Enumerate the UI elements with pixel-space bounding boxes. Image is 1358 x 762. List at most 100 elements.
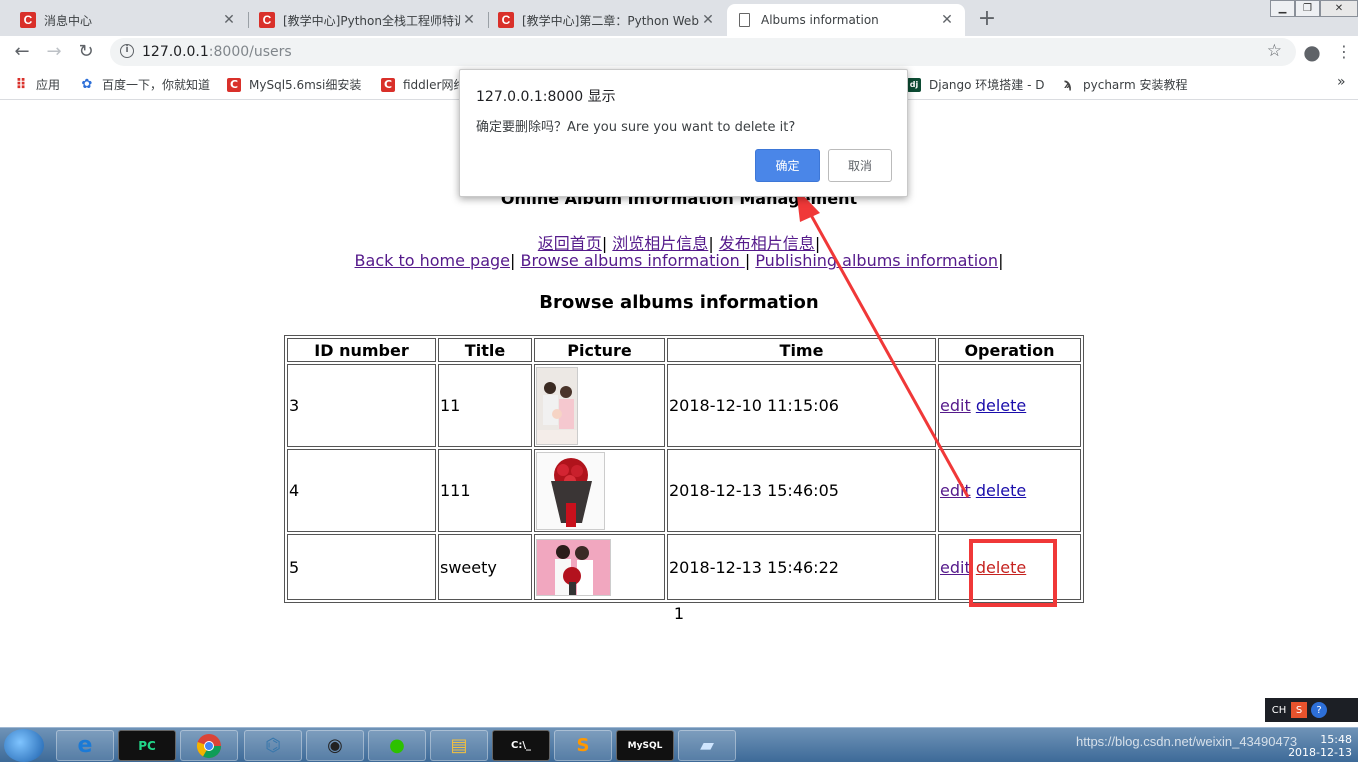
csdn-icon: C	[227, 77, 241, 92]
browse-link-en[interactable]: Browse albums information	[521, 251, 745, 270]
restore-button[interactable]: ❐	[1295, 0, 1320, 17]
close-icon[interactable]: ✕	[461, 12, 477, 28]
clock-time: 15:48	[1320, 733, 1352, 746]
bookmark-label: 百度一下，你就知道	[102, 78, 211, 92]
bookmark-label: Django 环境搭建 - D	[929, 78, 1045, 92]
app-icon[interactable]: ◉	[306, 730, 364, 761]
col-header-operation: Operation	[938, 338, 1081, 362]
bookmark-star-icon[interactable]: ☆	[1267, 41, 1282, 61]
pagination[interactable]: 1	[0, 604, 1358, 623]
nav-links-en: Back to home page| Browse albums informa…	[0, 251, 1358, 270]
wechat-icon[interactable]: ●	[368, 730, 426, 761]
bookmark-baidu[interactable]: ✿ 百度一下，你就知道	[80, 76, 210, 93]
apps-icon: ⠿	[15, 76, 27, 93]
baidu-icon: ✿	[81, 77, 93, 92]
chrome-icon[interactable]	[180, 730, 238, 761]
explorer-icon[interactable]: ▤	[430, 730, 488, 761]
tab-1[interactable]: C [教学中心]Python全栈工程师特训 ✕	[249, 4, 487, 36]
bookmark-fiddler[interactable]: C fiddler网络	[381, 76, 465, 93]
help-icon[interactable]: ?	[1311, 702, 1327, 718]
cell-operation: edit delete	[938, 364, 1081, 447]
python-icon[interactable]: ⌬	[244, 730, 302, 761]
bookmark-label: fiddler网络	[403, 78, 466, 92]
bookmark-label: pycharm 安装教程	[1083, 78, 1188, 92]
edit-link[interactable]: edit	[940, 481, 971, 500]
cell-time: 2018-12-13 15:46:05	[667, 449, 936, 532]
ie-icon[interactable]: e	[56, 730, 114, 761]
csdn-icon: C	[381, 77, 395, 92]
input-method-indicator[interactable]: CH	[1271, 702, 1287, 718]
clock-date: 2018-12-13	[1288, 746, 1352, 759]
tab-title: [教学中心]第二章：Python Web	[522, 13, 699, 28]
edit-link[interactable]: edit	[940, 558, 971, 577]
page-icon	[739, 13, 750, 27]
sogou-icon[interactable]: S	[1291, 702, 1307, 718]
chrome-logo	[196, 733, 221, 758]
cell-picture	[534, 364, 665, 447]
album-thumbnail[interactable]	[536, 451, 605, 530]
cell-operation: edit delete	[938, 449, 1081, 532]
tab-3-active[interactable]: Albums information ✕	[727, 4, 965, 36]
tab-title: Albums information	[761, 13, 879, 27]
bookmark-mysql[interactable]: C MySql5.6msi细安装	[227, 76, 361, 93]
col-header-id: ID number	[287, 338, 436, 362]
cell-time: 2018-12-13 15:46:22	[667, 534, 936, 600]
address-bar[interactable]: i 127.0.0.1:8000/users ☆	[110, 38, 1296, 66]
album-thumbnail[interactable]	[536, 366, 578, 445]
tab-2[interactable]: C [教学中心]第二章：Python Web ✕	[488, 4, 726, 36]
table-row: 4 111 2018-12-13 15:46:05 edit delete	[287, 449, 1081, 532]
delete-link[interactable]: delete	[976, 481, 1026, 500]
bookmark-pycharm[interactable]: ϡ pycharm 安装教程	[1061, 76, 1188, 93]
minimize-button[interactable]: ▁	[1270, 0, 1295, 17]
cell-id: 5	[287, 534, 436, 600]
start-button-icon[interactable]	[4, 729, 44, 762]
edit-link[interactable]: edit	[940, 396, 971, 415]
window-close-button[interactable]: ✕	[1320, 0, 1358, 17]
bookmarks-more[interactable]: »	[1337, 74, 1346, 90]
sublime-icon[interactable]: S	[554, 730, 612, 761]
close-icon[interactable]: ✕	[939, 12, 955, 28]
album-thumbnail[interactable]	[536, 538, 611, 596]
close-icon[interactable]: ✕	[221, 12, 237, 28]
delete-link[interactable]: delete	[976, 396, 1026, 415]
menu-icon[interactable]: ⋮	[1332, 40, 1356, 64]
close-icon[interactable]: ✕	[700, 12, 716, 28]
bookmark-apps[interactable]: ⠿ 应用	[14, 76, 60, 93]
csdn-icon: C	[259, 12, 275, 28]
tab-title: [教学中心]Python全栈工程师特训	[283, 13, 461, 28]
csdn-icon: C	[498, 12, 514, 28]
col-header-time: Time	[667, 338, 936, 362]
cell-title: sweety	[438, 534, 532, 600]
table-row: 3 11 2018-12-10 11:15:06 edit delete	[287, 364, 1081, 447]
nav-separator: |	[510, 251, 516, 270]
info-icon[interactable]: i	[120, 44, 134, 58]
table-row: 5 sweety 2018-12-13 15:46:22 edit delete	[287, 534, 1081, 600]
tab-0[interactable]: C 消息中心 ✕	[10, 4, 247, 36]
bookmark-label: MySql5.6msi细安装	[249, 78, 362, 92]
notepad-icon[interactable]: ▰	[678, 730, 736, 761]
back-button[interactable]: ←	[10, 40, 34, 64]
profile-icon[interactable]: ●	[1300, 40, 1324, 64]
home-link-en[interactable]: Back to home page	[355, 251, 510, 270]
dialog-message: 确定要删除吗？Are you sure you want to delete i…	[476, 120, 796, 135]
reload-button[interactable]: ↻	[74, 40, 98, 64]
cell-id: 4	[287, 449, 436, 532]
browser-toolbar: ← → ↻ i 127.0.0.1:8000/users ☆ ● ⋮	[0, 36, 1358, 68]
url-text: 127.0.0.1:8000/users	[142, 44, 292, 60]
url-host: 127.0.0.1	[142, 44, 209, 60]
bookmark-django[interactable]: dj Django 环境搭建 - D	[907, 76, 1045, 93]
confirm-button[interactable]: 确定	[755, 149, 820, 182]
pycharm-icon[interactable]: PC	[118, 730, 176, 761]
system-clock[interactable]: 15:48 2018-12-13	[1276, 733, 1358, 759]
annotation-highlight-box	[969, 539, 1057, 607]
cancel-button[interactable]: 取消	[828, 149, 892, 182]
cmd-icon[interactable]: C:\_	[492, 730, 550, 761]
dialog-title: 127.0.0.1:8000 显示	[476, 89, 616, 105]
publish-link-en[interactable]: Publishing albums information	[755, 251, 998, 270]
cell-picture	[534, 534, 665, 600]
new-tab-button[interactable]: +	[976, 6, 998, 31]
forward-button[interactable]: →	[42, 40, 66, 64]
cell-title: 11	[438, 364, 532, 447]
tab-strip: C 消息中心 ✕ C [教学中心]Python全栈工程师特训 ✕ C [教学中心…	[0, 0, 1358, 36]
mysql-icon[interactable]: MySQL	[616, 730, 674, 761]
